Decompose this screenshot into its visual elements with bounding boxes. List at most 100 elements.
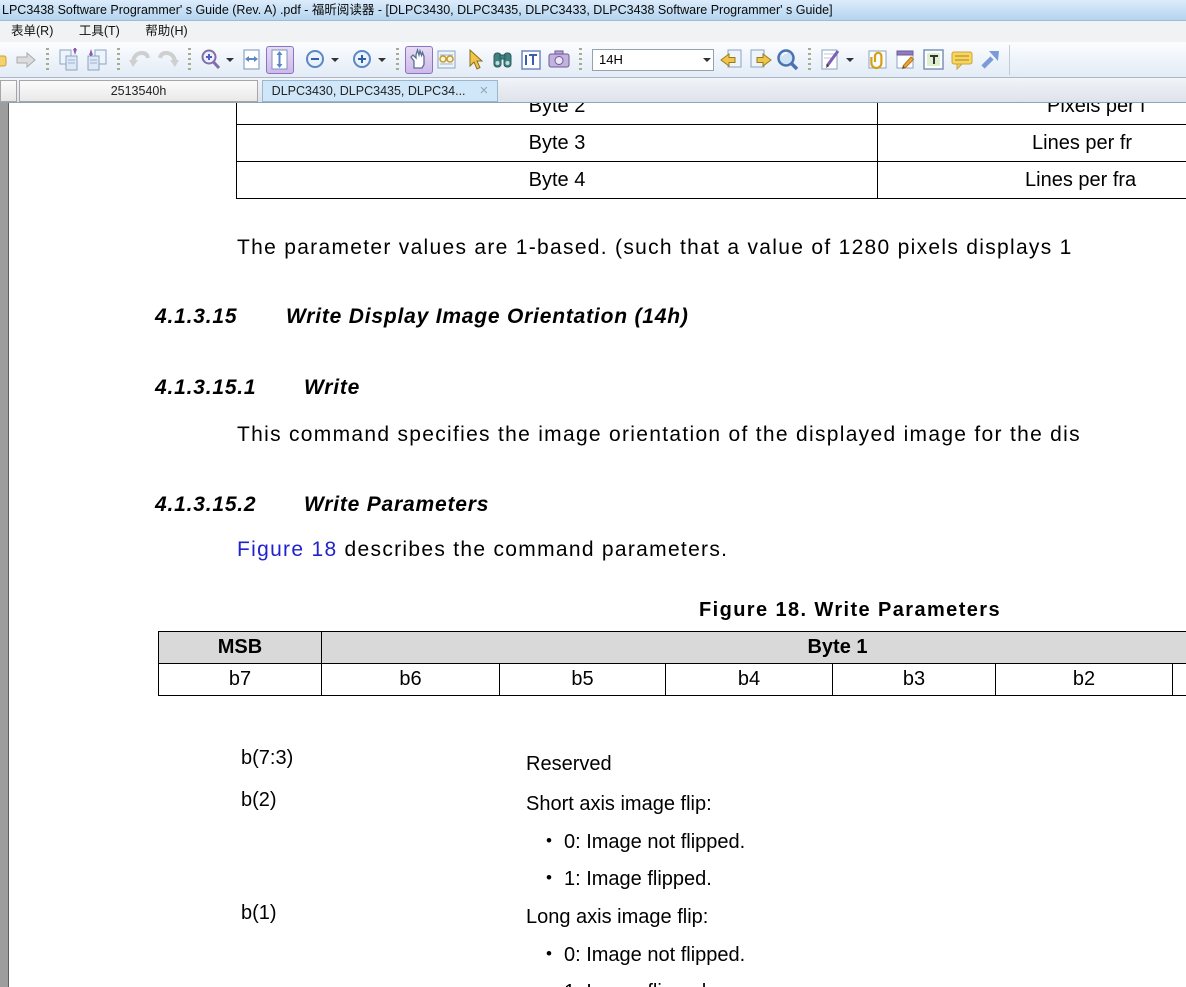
zoom-in-dropdown[interactable] xyxy=(378,57,386,62)
select-annotation-button[interactable] xyxy=(461,46,489,74)
zoom-out-dropdown[interactable] xyxy=(331,57,339,62)
sign-button[interactable] xyxy=(817,46,845,74)
undo-button[interactable] xyxy=(126,46,154,74)
fit-page-icon xyxy=(271,49,288,69)
window-title: LPC3438 Software Programmer' s Guide (Re… xyxy=(2,3,833,17)
bit-cell: b3 xyxy=(832,664,995,695)
tab-dlpc3430-guide[interactable]: DLPC3430, DLPC3435, DLPC34... × xyxy=(262,80,498,102)
fit-page-button[interactable] xyxy=(266,45,294,74)
sign-dropdown[interactable] xyxy=(846,57,854,62)
text-box-button[interactable] xyxy=(920,46,948,74)
select-text-button[interactable] xyxy=(517,46,545,74)
edit-note-button[interactable] xyxy=(892,46,920,74)
search-icon xyxy=(777,48,799,70)
comment-bubble-icon xyxy=(951,51,973,70)
snapshot-camera-icon xyxy=(548,50,570,67)
bit-description: Reserved xyxy=(526,753,612,775)
section-heading: 4.1.3.15.2 Write Parameters xyxy=(155,493,489,517)
share-arrow-icon xyxy=(981,50,999,69)
section-heading: 4.1.3.15 Write Display Image Orientation… xyxy=(155,305,689,329)
bullet-item: 0: Image not flipped. xyxy=(546,944,745,967)
marquee-zoom-button[interactable] xyxy=(197,46,225,74)
binoculars-icon xyxy=(493,52,512,67)
hand-tool-button[interactable] xyxy=(405,45,433,74)
byte-cell: Byte 3 xyxy=(237,125,878,161)
menu-help[interactable]: 帮助(H) xyxy=(134,21,198,42)
main-toolbar xyxy=(0,42,1186,78)
byte-cell: Byte 4 xyxy=(237,162,878,198)
bullet-item: 1: Image flipped. xyxy=(546,868,712,891)
desc-text: Lines per fr xyxy=(1032,132,1133,154)
reading-mode-button[interactable] xyxy=(433,46,461,74)
previous-view-button[interactable] xyxy=(718,46,746,74)
forward-arrow-icon xyxy=(16,51,36,68)
redo-icon xyxy=(158,50,179,67)
import-form-data-button[interactable] xyxy=(55,46,83,74)
pdf-page: Byte 2 Pixels per l Byte 3 Lines per fr … xyxy=(8,103,1186,987)
bit-cell-partial xyxy=(1172,664,1186,695)
table-row: Byte 4 Lines per fra xyxy=(237,161,1186,198)
import-form-data-icon xyxy=(59,47,78,70)
toolbar-separator xyxy=(1009,44,1010,75)
section-heading: 4.1.3.15.1 Write xyxy=(155,376,360,400)
previous-view-icon xyxy=(720,49,742,67)
fit-width-icon xyxy=(243,49,260,69)
next-view-button[interactable] xyxy=(746,46,774,74)
search-button[interactable] xyxy=(774,46,802,74)
table-bits-row: b7 b6 b5 b4 b3 b2 xyxy=(159,664,1186,695)
page-combo-input[interactable] xyxy=(593,50,695,69)
paragraph-text: describes the command parameters. xyxy=(337,538,729,561)
desc-cell: Lines per fr xyxy=(878,125,1186,161)
attach-file-button[interactable] xyxy=(864,46,892,74)
paragraph: Figure 18 describes the command paramete… xyxy=(237,538,728,562)
export-form-data-button[interactable] xyxy=(83,46,111,74)
page-combo-dropdown[interactable] xyxy=(703,57,711,62)
undo-icon xyxy=(129,50,150,67)
hand-icon xyxy=(410,47,425,69)
bit-cell: b6 xyxy=(321,664,499,695)
snapshot-button[interactable] xyxy=(545,46,573,74)
paperclip-icon xyxy=(868,50,887,69)
paragraph: The parameter values are 1-based. (such … xyxy=(237,236,1073,259)
select-text-icon xyxy=(521,49,541,70)
table-header-row: MSB Byte 1 xyxy=(159,632,1186,664)
zoom-out-button[interactable] xyxy=(302,46,330,74)
fit-width-button[interactable] xyxy=(238,46,266,74)
share-button[interactable] xyxy=(976,46,1004,74)
section-title: Write xyxy=(304,376,361,399)
next-view-icon xyxy=(750,49,772,67)
redo-button[interactable] xyxy=(154,46,182,74)
open-button[interactable] xyxy=(0,46,12,74)
section-title: Write Display Image Orientation (14h) xyxy=(286,305,689,328)
open-icon xyxy=(0,55,7,66)
tab-stub[interactable] xyxy=(0,80,17,102)
bit-description: Long axis image flip: xyxy=(526,906,709,928)
menu-form[interactable]: 表单(R) xyxy=(0,21,64,42)
tab-close-icon[interactable]: × xyxy=(480,83,489,98)
menu-tools[interactable]: 工具(T) xyxy=(68,21,131,42)
tab-2513540h[interactable]: 2513540h xyxy=(19,80,258,102)
toolbar-grip xyxy=(808,47,811,72)
toolbar-grip xyxy=(46,47,49,72)
bit-label: b(2) xyxy=(241,789,277,811)
bit-label: b(7:3) xyxy=(241,747,294,769)
paragraph: This command specifies the image orienta… xyxy=(237,423,1081,446)
menu-bar: 表单(R) 工具(T) 帮助(H) xyxy=(0,21,1186,42)
toolbar-grip xyxy=(117,47,120,72)
desc-text: Pixels per l xyxy=(1047,103,1145,117)
bit-description: Short axis image flip: xyxy=(526,793,712,815)
document-viewport[interactable]: Byte 2 Pixels per l Byte 3 Lines per fr … xyxy=(0,103,1186,987)
toolbar-grip xyxy=(188,47,191,72)
msb-header-cell: MSB xyxy=(217,636,263,658)
figure-18-link[interactable]: Figure 18 xyxy=(237,538,337,561)
marquee-zoom-icon xyxy=(201,49,221,69)
section-number: 4.1.3.15.1 xyxy=(155,376,257,399)
edit-note-icon xyxy=(896,50,915,69)
find-button[interactable] xyxy=(489,46,517,74)
bit-label: b(1) xyxy=(241,902,277,924)
marquee-zoom-dropdown[interactable] xyxy=(226,57,234,62)
tab-label: DLPC3430, DLPC3435, DLPC34... xyxy=(271,84,466,98)
forward-button[interactable] xyxy=(12,46,40,74)
zoom-in-button[interactable] xyxy=(349,46,377,74)
comment-button[interactable] xyxy=(948,46,976,74)
